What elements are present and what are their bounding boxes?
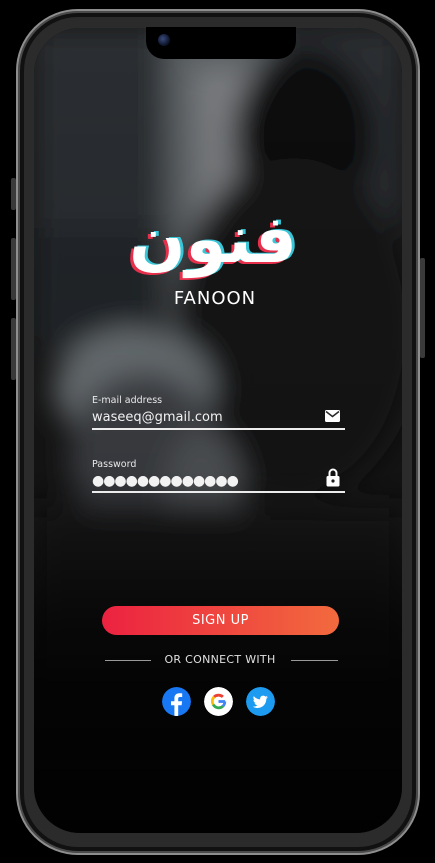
email-label: E-mail address <box>92 395 163 406</box>
facebook-button[interactable] <box>162 687 191 716</box>
brand-name: FANOON <box>173 288 257 309</box>
google-button[interactable] <box>204 687 233 716</box>
signup-button-label: SIGN UP <box>192 613 249 628</box>
password-field[interactable]: ●●●●●●●●●●●●● <box>92 473 239 489</box>
password-underline <box>92 491 345 493</box>
side-switch <box>11 178 16 210</box>
or-connect-label: OR CONNECT WITH <box>164 653 276 666</box>
divider-right <box>291 660 338 661</box>
email-field[interactable]: waseeq@gmail.com <box>92 410 223 425</box>
power-button <box>420 258 425 358</box>
divider-left <box>105 660 151 661</box>
volume-down-button <box>11 318 16 380</box>
lock-icon <box>326 468 340 487</box>
mail-icon <box>325 410 340 422</box>
password-label: Password <box>92 459 137 470</box>
twitter-button[interactable] <box>246 687 275 716</box>
email-underline <box>92 428 345 430</box>
signup-button[interactable]: SIGN UP <box>102 606 339 635</box>
volume-up-button <box>11 238 16 300</box>
front-camera <box>158 34 170 46</box>
app-logo: فنون فنون فنون <box>106 196 320 281</box>
logo-text: فنون <box>129 201 297 279</box>
logo-graphic: فنون فنون فنون <box>126 200 300 281</box>
